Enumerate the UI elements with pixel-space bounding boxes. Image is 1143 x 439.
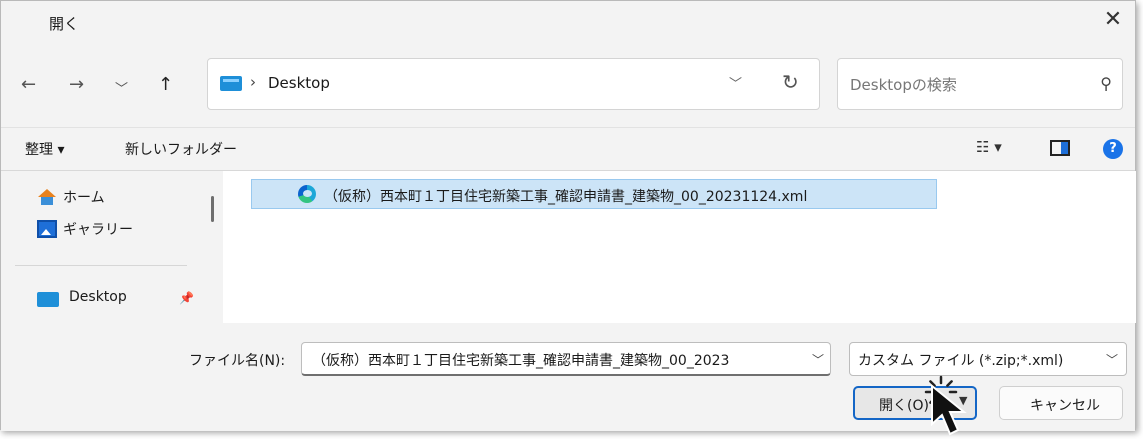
dialog-title: 開く (49, 15, 80, 33)
file-list: （仮称）西本町１丁目住宅新築工事_確認申請書_建築物_00_20231124.x… (223, 171, 1136, 323)
up-icon[interactable]: ↑ (158, 74, 173, 95)
command-bar: 整理 ▾ 新しいフォルダー ☷ ▾ ? (1, 127, 1135, 171)
recent-locations-chevron-icon[interactable]: ﹀ (115, 78, 128, 97)
breadcrumb-desktop[interactable]: Desktop (268, 74, 330, 92)
back-icon[interactable]: ← (21, 74, 36, 95)
search-icon[interactable]: ⚲ (1100, 74, 1112, 93)
desktop-folder-icon (220, 76, 242, 91)
chevron-down-icon: ﹀ (1105, 353, 1118, 367)
preview-pane-icon[interactable] (1050, 140, 1070, 156)
title-bar: 開く ✕ (1, 1, 1135, 45)
address-bar[interactable]: › Desktop ﹀ ↻ (207, 58, 820, 110)
navigation-bar: ← → ﹀ ↑ › Desktop ﹀ ↻ Desktopの検索 ⚲ (1, 49, 1135, 129)
filename-value: （仮称）西本町１丁目住宅新築工事_確認申請書_建築物_00_2023 (312, 353, 730, 369)
help-icon[interactable]: ? (1103, 139, 1123, 159)
forward-icon[interactable]: → (69, 74, 84, 95)
cancel-button[interactable]: キャンセル (999, 386, 1123, 420)
sidebar-scrollbar[interactable] (211, 196, 214, 222)
close-icon[interactable]: ✕ (1099, 6, 1127, 34)
file-item[interactable]: （仮称）西本町１丁目住宅新築工事_確認申請書_建築物_00_20231124.x… (251, 179, 937, 209)
filename-label: ファイル名(N): (189, 353, 286, 369)
mouse-pointer-icon (931, 384, 967, 436)
refresh-icon[interactable]: ↻ (782, 70, 799, 94)
navigation-pane: ホーム ギャラリー Desktop 📌 (1, 171, 206, 323)
sidebar-item-label: ホーム (63, 190, 105, 206)
organize-menu-button[interactable]: 整理 ▾ (25, 139, 64, 159)
open-button-label: 開く(O) (879, 398, 929, 414)
cancel-button-label: キャンセル (1030, 398, 1100, 414)
home-icon (38, 189, 56, 205)
open-file-dialog: 開く ✕ ← → ﹀ ↑ › Desktop ﹀ ↻ Desktopの検索 ⚲ … (0, 0, 1136, 431)
breadcrumb-separator: › (250, 73, 256, 91)
filetype-select[interactable]: カスタム ファイル (*.zip;*.xml) ﹀ (849, 342, 1127, 376)
sidebar-divider (15, 265, 187, 266)
file-name: （仮称）西本町１丁目住宅新築工事_確認申請書_建築物_00_20231124.x… (324, 189, 808, 205)
gallery-icon (37, 220, 57, 238)
desktop-folder-icon (37, 292, 59, 307)
filename-input[interactable]: （仮称）西本町１丁目住宅新築工事_確認申請書_建築物_00_2023 ﹀ (301, 342, 831, 376)
search-placeholder: Desktopの検索 (850, 76, 957, 94)
sidebar-item-label: ギャラリー (63, 222, 133, 238)
filetype-value: カスタム ファイル (*.zip;*.xml) (858, 353, 1064, 369)
pin-icon[interactable]: 📌 (179, 291, 194, 305)
sidebar-item-label: Desktop (69, 289, 127, 305)
chevron-down-icon[interactable]: ﹀ (812, 351, 824, 368)
address-history-chevron-icon[interactable]: ﹀ (729, 73, 742, 92)
new-folder-button[interactable]: 新しいフォルダー (125, 139, 237, 159)
view-options-icon[interactable]: ☷ ▾ (976, 138, 1002, 156)
edge-file-icon (298, 185, 316, 203)
search-box[interactable]: Desktopの検索 ⚲ (837, 58, 1123, 110)
